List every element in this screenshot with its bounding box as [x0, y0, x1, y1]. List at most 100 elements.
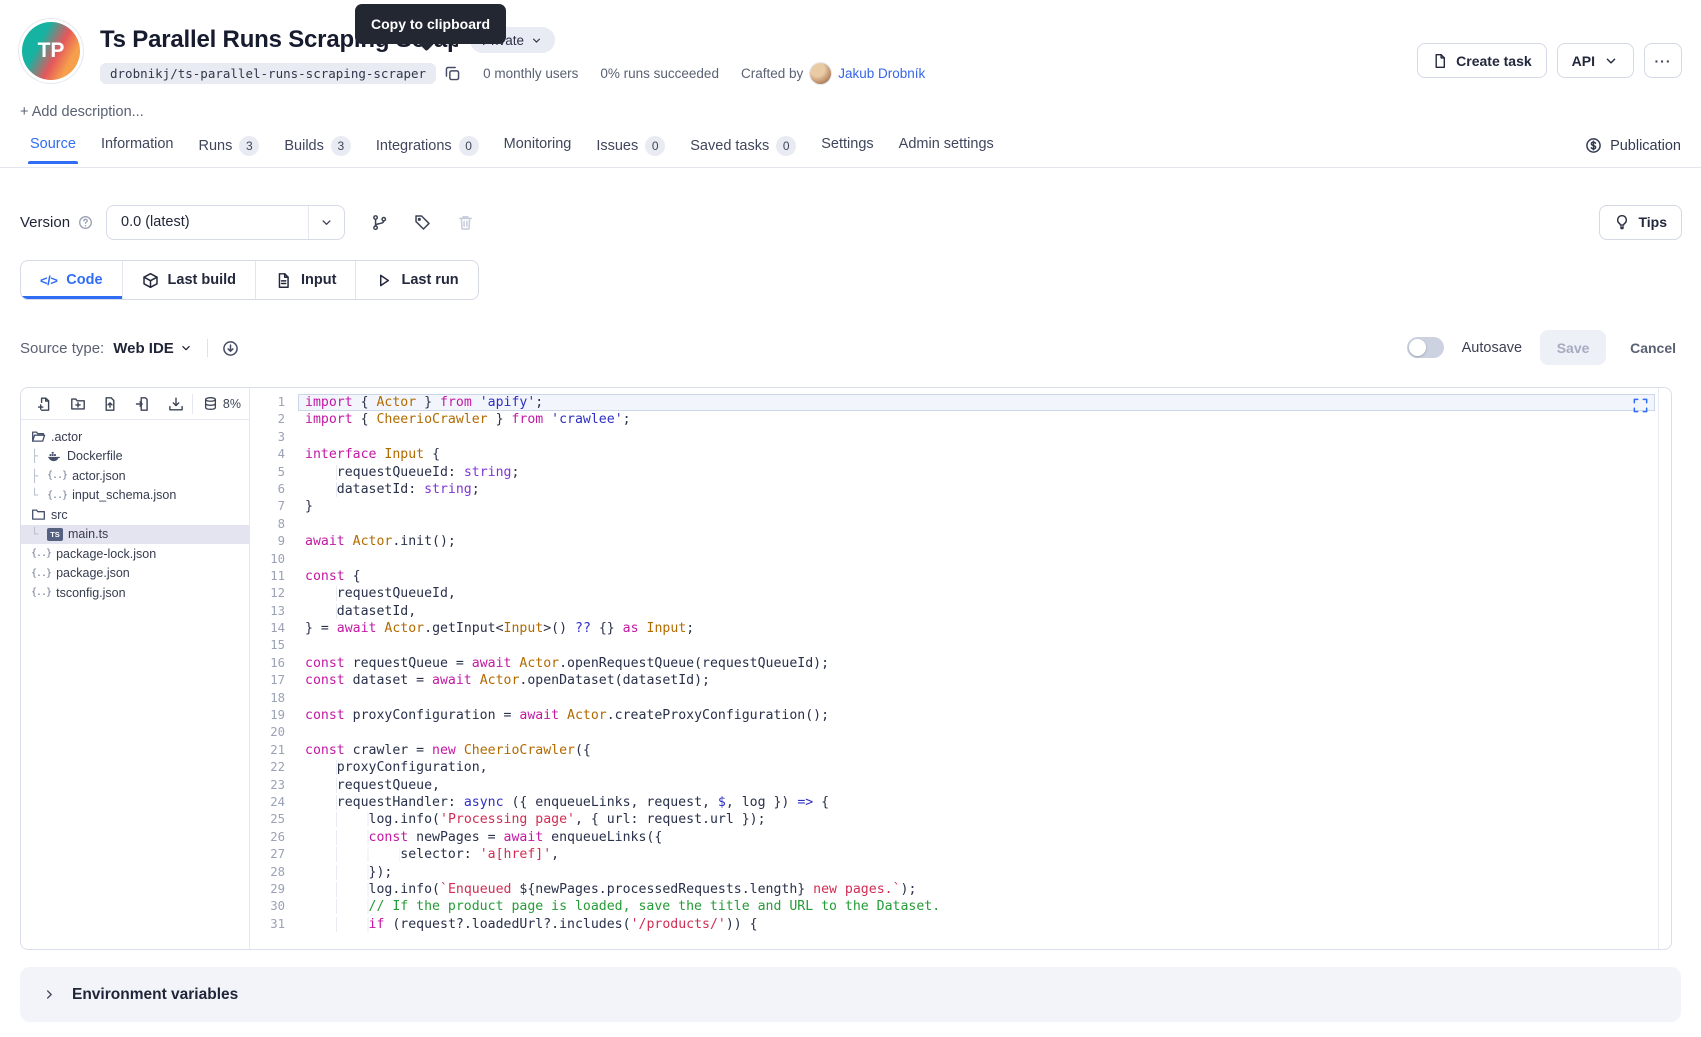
- version-select[interactable]: 0.0 (latest): [106, 205, 345, 240]
- subtab-last-run[interactable]: Last run: [356, 261, 477, 299]
- new-folder-button[interactable]: [62, 388, 95, 419]
- line-number: 5: [250, 464, 298, 481]
- code-line[interactable]: 3: [250, 429, 1671, 446]
- more-actions-button[interactable]: ···: [1644, 43, 1682, 78]
- code-line[interactable]: 18: [250, 690, 1671, 707]
- code-line[interactable]: 11const {: [250, 568, 1671, 585]
- line-content: });: [298, 864, 1671, 881]
- storage-usage-value: 8%: [223, 397, 241, 411]
- code-line[interactable]: 22 proxyConfiguration,: [250, 759, 1671, 776]
- delete-version-button[interactable]: [457, 214, 474, 231]
- autosave-toggle[interactable]: [1407, 337, 1444, 358]
- code-line[interactable]: 4interface Input {: [250, 446, 1671, 463]
- code-line[interactable]: 7}: [250, 498, 1671, 515]
- tree-item-input-schema-json[interactable]: └{..}input_schema.json: [21, 486, 249, 506]
- tab-admin-settings[interactable]: Admin settings: [899, 136, 994, 163]
- cancel-button[interactable]: Cancel: [1624, 330, 1682, 365]
- code-line[interactable]: 17const dataset = await Actor.openDatase…: [250, 672, 1671, 689]
- tab-runs[interactable]: Runs3: [199, 136, 260, 167]
- actor-avatar: TP: [22, 22, 80, 80]
- code-line[interactable]: 8: [250, 516, 1671, 533]
- download-files-button[interactable]: [159, 388, 192, 419]
- code-line[interactable]: 31 if (request?.loadedUrl?.includes('/pr…: [250, 916, 1671, 933]
- tag-version-button[interactable]: [414, 214, 431, 231]
- add-description-button[interactable]: + Add description...: [20, 104, 144, 120]
- tab-settings[interactable]: Settings: [821, 136, 873, 163]
- code-line[interactable]: 12 requestQueueId,: [250, 585, 1671, 602]
- version-select-value: 0.0 (latest): [107, 214, 308, 230]
- storage-usage: 8%: [192, 394, 241, 414]
- subtab-code[interactable]: </>Code: [21, 261, 123, 299]
- git-branch-button[interactable]: [371, 214, 388, 231]
- code-line[interactable]: 2import { CheerioCrawler } from 'crawlee…: [250, 411, 1671, 428]
- subtab-input[interactable]: Input: [256, 261, 356, 299]
- code-line[interactable]: 29 log.info(`Enqueued ${newPages.process…: [250, 881, 1671, 898]
- tips-button[interactable]: Tips: [1599, 205, 1682, 240]
- code-line[interactable]: 27 selector: 'a[href]',: [250, 846, 1671, 863]
- line-content: [298, 724, 1671, 741]
- fullscreen-button[interactable]: [1632, 397, 1649, 417]
- tab-information[interactable]: Information: [101, 136, 174, 163]
- tab-publication[interactable]: Publication: [1585, 137, 1681, 154]
- code-line[interactable]: 30 // If the product page is loaded, sav…: [250, 898, 1671, 915]
- tab-saved-tasks[interactable]: Saved tasks0: [690, 136, 796, 167]
- code-line[interactable]: 24 requestHandler: async ({ enqueueLinks…: [250, 794, 1671, 811]
- code-line[interactable]: 14} = await Actor.getInput<Input>() ?? {…: [250, 620, 1671, 637]
- code-line[interactable]: 21const crawler = new CheerioCrawler({: [250, 742, 1671, 759]
- line-number: 31: [250, 916, 298, 933]
- subtab-last-build[interactable]: Last build: [123, 261, 256, 299]
- save-button[interactable]: Save: [1540, 330, 1606, 365]
- source-type-select[interactable]: Web IDE: [113, 340, 193, 357]
- tree-item-actor-json[interactable]: ├{..}actor.json: [21, 466, 249, 486]
- divider: [207, 339, 208, 357]
- code-line[interactable]: 1import { Actor } from 'apify';: [250, 394, 1671, 411]
- tree-item-package-json[interactable]: {..}package.json: [21, 564, 249, 584]
- code-line[interactable]: 20: [250, 724, 1671, 741]
- line-content: const newPages = await enqueueLinks({: [298, 829, 1671, 846]
- code-line[interactable]: 16const requestQueue = await Actor.openR…: [250, 655, 1671, 672]
- code-line[interactable]: 23 requestQueue,: [250, 777, 1671, 794]
- code-line[interactable]: 13 datasetId,: [250, 603, 1671, 620]
- editor-scrollbar[interactable]: [1658, 388, 1659, 949]
- code-line[interactable]: 25 log.info('Processing page', { url: re…: [250, 811, 1671, 828]
- tab-label: Settings: [821, 136, 873, 152]
- tree-item-main-ts[interactable]: └TSmain.ts: [21, 525, 249, 545]
- help-circle-icon[interactable]: [78, 215, 93, 230]
- line-number: 2: [250, 411, 298, 428]
- tree-item-tsconfig-json[interactable]: {..}tsconfig.json: [21, 583, 249, 603]
- code-line[interactable]: 5 requestQueueId: string;: [250, 464, 1671, 481]
- new-file-button[interactable]: [29, 388, 62, 419]
- line-content: datasetId,: [298, 603, 1671, 620]
- code-line[interactable]: 6 datasetId: string;: [250, 481, 1671, 498]
- tab-integrations[interactable]: Integrations0: [376, 136, 479, 167]
- subtab-label: Last run: [401, 272, 458, 288]
- tree-item-src[interactable]: src: [21, 505, 249, 525]
- code-editor[interactable]: 1import { Actor } from 'apify';2import {…: [250, 388, 1671, 949]
- code-line[interactable]: 10: [250, 551, 1671, 568]
- code-line[interactable]: 15: [250, 637, 1671, 654]
- tab-source[interactable]: Source: [30, 136, 76, 163]
- tree-item--actor[interactable]: .actor: [21, 427, 249, 447]
- code-line[interactable]: 9await Actor.init();: [250, 533, 1671, 550]
- line-number: 11: [250, 568, 298, 585]
- code-line[interactable]: 26 const newPages = await enqueueLinks({: [250, 829, 1671, 846]
- actor-header: TP Ts Parallel Runs Scraping Scraper Pri…: [20, 0, 1681, 84]
- tree-item-dockerfile[interactable]: ├Dockerfile: [21, 447, 249, 467]
- author-link[interactable]: Jakub Drobník: [838, 66, 925, 81]
- code-line[interactable]: 28 });: [250, 864, 1671, 881]
- tree-item-package-lock-json[interactable]: {..}package-lock.json: [21, 544, 249, 564]
- download-source-button[interactable]: [222, 340, 239, 357]
- environment-variables-label: Environment variables: [72, 986, 238, 1004]
- copy-handle-button[interactable]: [444, 65, 461, 82]
- tab-monitoring[interactable]: Monitoring: [504, 136, 572, 163]
- environment-variables-panel[interactable]: Environment variables: [20, 967, 1681, 1022]
- code-line[interactable]: 19const proxyConfiguration = await Actor…: [250, 707, 1671, 724]
- tab-issues[interactable]: Issues0: [596, 136, 665, 167]
- import-file-button[interactable]: [127, 388, 160, 419]
- tree-item-label: tsconfig.json: [56, 586, 125, 600]
- tree-branch: └: [31, 527, 42, 541]
- tab-builds[interactable]: Builds3: [284, 136, 351, 167]
- upload-file-button[interactable]: [94, 388, 127, 419]
- create-task-button[interactable]: Create task: [1417, 43, 1547, 78]
- api-button[interactable]: API: [1557, 43, 1634, 78]
